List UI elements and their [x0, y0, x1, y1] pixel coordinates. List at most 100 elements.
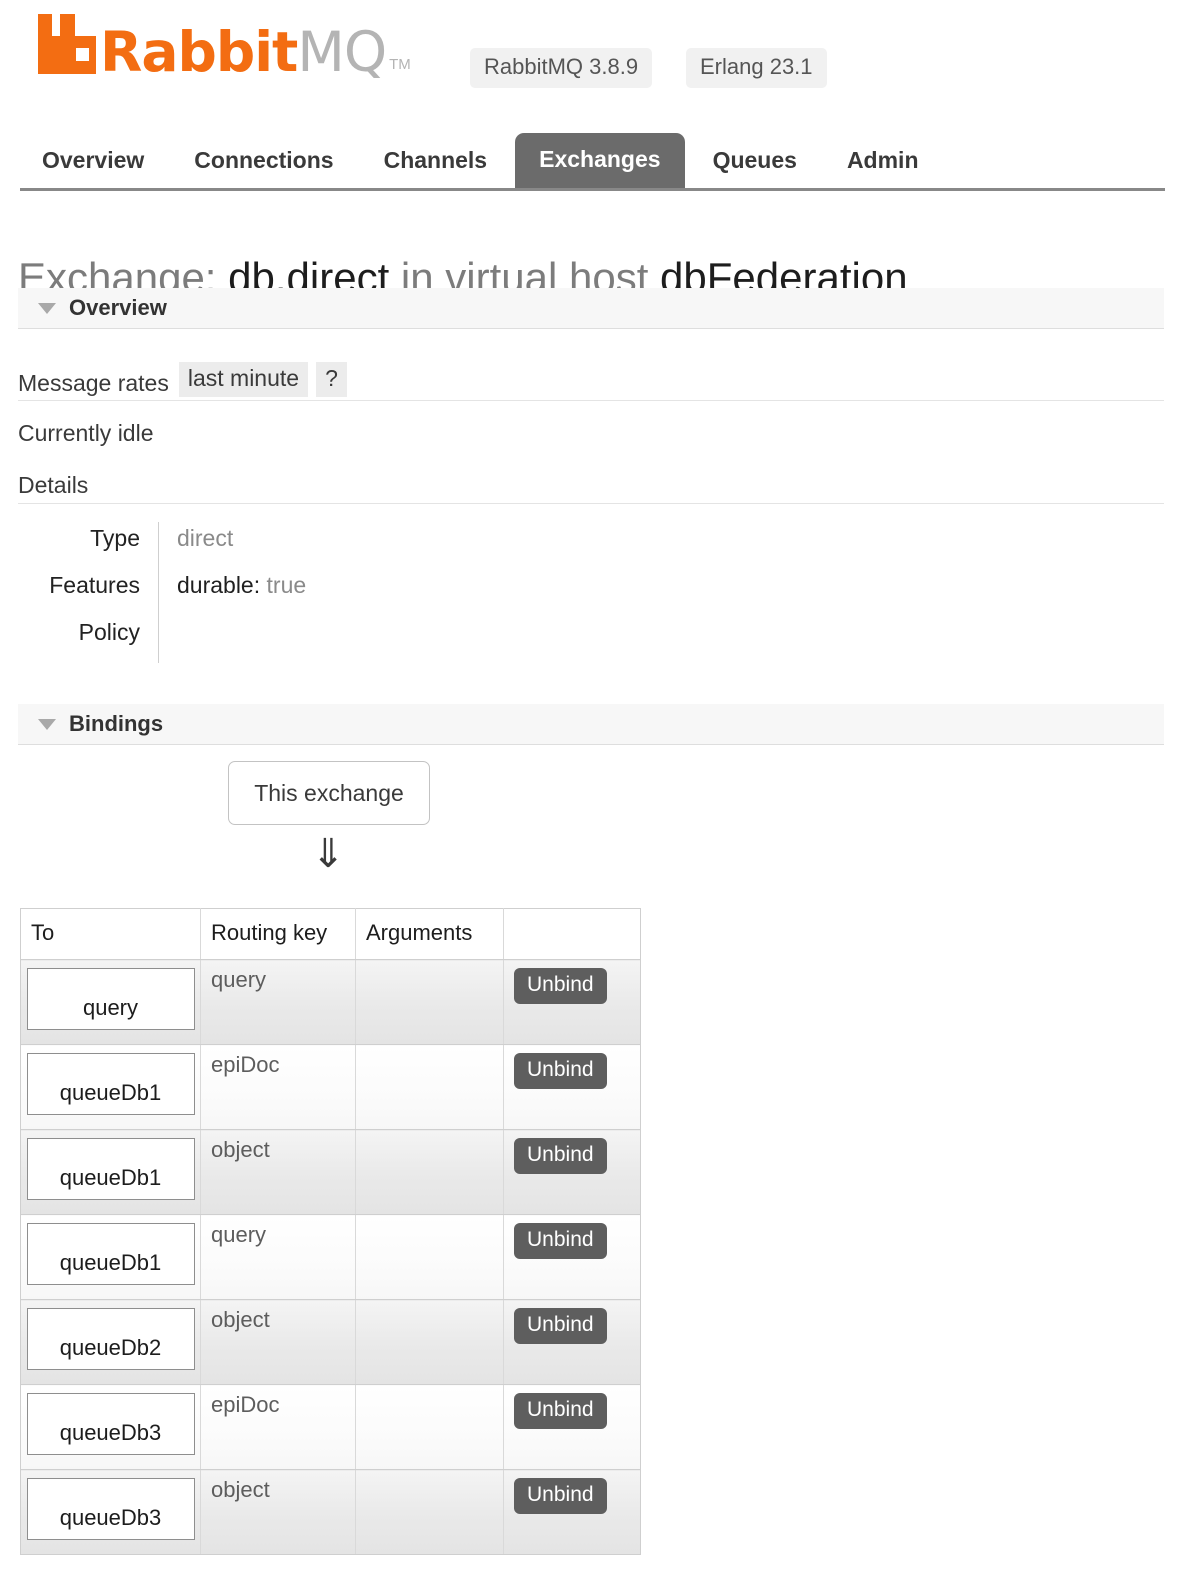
cell-arguments — [355, 1384, 504, 1470]
bindings-table-body: query query Unbind queueDb1 epiDoc Unbin… — [20, 959, 641, 1555]
cell-actions: Unbind — [503, 1214, 641, 1300]
rabbitmq-version-badge: RabbitMQ 3.8.9 — [470, 48, 653, 88]
binding-arguments — [356, 1300, 503, 1307]
table-row: queueDb1 epiDoc Unbind — [20, 1044, 641, 1130]
binding-routing-key: query — [211, 967, 267, 992]
unbind-button[interactable]: Unbind — [514, 1053, 607, 1089]
cell-arguments — [355, 1299, 504, 1385]
section-title-overview: Overview — [69, 295, 167, 320]
cell-actions: Unbind — [503, 1044, 641, 1130]
details-label-policy: Policy — [78, 619, 140, 645]
details-row-type: Type direct — [18, 522, 477, 569]
cell-to: queueDb3 — [20, 1469, 201, 1555]
bindings-table-header-row: To Routing key Arguments — [20, 908, 641, 960]
table-row: queueDb3 epiDoc Unbind — [20, 1384, 641, 1470]
cell-routing-key: object — [200, 1129, 356, 1215]
tab-exchanges[interactable]: Exchanges — [515, 133, 685, 188]
binding-arguments — [356, 1470, 503, 1477]
binding-destination-link[interactable]: queueDb1 — [26, 1223, 195, 1285]
binding-arguments — [356, 1130, 503, 1137]
binding-destination-link[interactable]: queueDb3 — [26, 1478, 195, 1540]
unbind-button[interactable]: Unbind — [514, 1478, 607, 1514]
rabbit-logo-icon — [38, 14, 96, 74]
cell-actions: Unbind — [503, 1129, 641, 1215]
cell-routing-key: object — [200, 1299, 356, 1385]
chevron-down-icon — [38, 302, 56, 314]
this-exchange-node[interactable]: This exchange — [228, 761, 430, 825]
cell-arguments — [355, 959, 504, 1045]
cell-actions: Unbind — [503, 959, 641, 1045]
binding-arguments — [356, 1215, 503, 1222]
section-header-overview[interactable]: Overview — [18, 288, 1164, 329]
message-rates-status: Currently idle — [18, 420, 154, 446]
binding-routing-key: object — [211, 1307, 270, 1332]
exchange-details-table: Type direct Features durable: true Polic… — [18, 522, 477, 663]
cell-actions: Unbind — [503, 1469, 641, 1555]
unbind-button[interactable]: Unbind — [514, 1138, 607, 1174]
unbind-button[interactable]: Unbind — [514, 1308, 607, 1344]
cell-routing-key: object — [200, 1469, 356, 1555]
cell-actions: Unbind — [503, 1384, 641, 1470]
binding-destination-link[interactable]: queueDb1 — [26, 1053, 195, 1115]
logo-trademark: TM — [389, 56, 411, 73]
table-row: queueDb2 object Unbind — [20, 1299, 641, 1385]
column-header-to: To — [20, 908, 201, 960]
binding-destination-link[interactable]: query — [26, 968, 195, 1030]
erlang-version-badge: Erlang 23.1 — [686, 48, 827, 88]
message-rates-label: Message rates — [18, 370, 169, 396]
rate-help-icon[interactable]: ? — [316, 362, 347, 397]
cell-arguments — [355, 1469, 504, 1555]
cell-arguments — [355, 1214, 504, 1300]
rate-period-tab-last-minute[interactable]: last minute — [178, 362, 309, 397]
tab-channels[interactable]: Channels — [362, 135, 510, 188]
cell-routing-key: epiDoc — [200, 1384, 356, 1470]
app-header: Rabbit MQ TM RabbitMQ 3.8.9 Erlang 23.1 — [0, 0, 1200, 118]
table-row: queueDb1 query Unbind — [20, 1214, 641, 1300]
cell-to: queueDb2 — [20, 1299, 201, 1385]
section-header-bindings[interactable]: Bindings — [18, 704, 1164, 745]
table-row: queueDb3 object Unbind — [20, 1469, 641, 1555]
binding-arguments — [356, 1045, 503, 1052]
cell-to: queueDb1 — [20, 1044, 201, 1130]
rabbitmq-logo[interactable]: Rabbit MQ TM — [38, 14, 411, 80]
chevron-down-icon — [38, 718, 56, 730]
details-row-policy: Policy — [18, 616, 477, 663]
table-row: queueDb1 object Unbind — [20, 1129, 641, 1215]
unbind-button[interactable]: Unbind — [514, 1393, 607, 1429]
column-header-arguments: Arguments — [355, 908, 504, 960]
message-rates-row: Message rates last minute ? — [18, 362, 1164, 401]
column-header-routing-key: Routing key — [200, 908, 356, 960]
section-title-bindings: Bindings — [69, 711, 164, 736]
binding-routing-key: epiDoc — [211, 1392, 280, 1417]
logo-text-mq: MQ — [297, 20, 387, 84]
table-row: query query Unbind — [20, 959, 641, 1045]
cell-to: query — [20, 959, 201, 1045]
cell-to: queueDb3 — [20, 1384, 201, 1470]
binding-destination-link[interactable]: queueDb3 — [26, 1393, 195, 1455]
details-label-type: Type — [90, 525, 140, 551]
tab-admin[interactable]: Admin — [825, 135, 941, 188]
cell-routing-key: query — [200, 959, 356, 1045]
binding-arguments — [356, 1385, 503, 1392]
tab-connections[interactable]: Connections — [172, 135, 355, 188]
unbind-button[interactable]: Unbind — [514, 1223, 607, 1259]
binding-destination-link[interactable]: queueDb2 — [26, 1308, 195, 1370]
tab-overview[interactable]: Overview — [20, 135, 166, 188]
unbind-button[interactable]: Unbind — [514, 968, 607, 1004]
cell-arguments — [355, 1044, 504, 1130]
tab-queues[interactable]: Queues — [691, 135, 819, 188]
details-value-type: direct — [158, 522, 477, 569]
feature-value-durable: true — [266, 572, 307, 598]
details-row-features: Features durable: true — [18, 569, 477, 616]
feature-key-durable: durable: — [177, 572, 261, 598]
logo-text-rabbit: Rabbit — [100, 20, 298, 84]
binding-arguments — [356, 960, 503, 967]
binding-routing-key: epiDoc — [211, 1052, 280, 1077]
binding-destination-link[interactable]: queueDb1 — [26, 1138, 195, 1200]
exchange-type-value: direct — [177, 525, 234, 551]
column-header-actions — [503, 908, 641, 960]
binding-flow-arrow-icon: ⇓ — [311, 831, 345, 877]
binding-routing-key: object — [211, 1137, 270, 1162]
details-value-features: durable: true — [158, 569, 477, 616]
cell-routing-key: epiDoc — [200, 1044, 356, 1130]
